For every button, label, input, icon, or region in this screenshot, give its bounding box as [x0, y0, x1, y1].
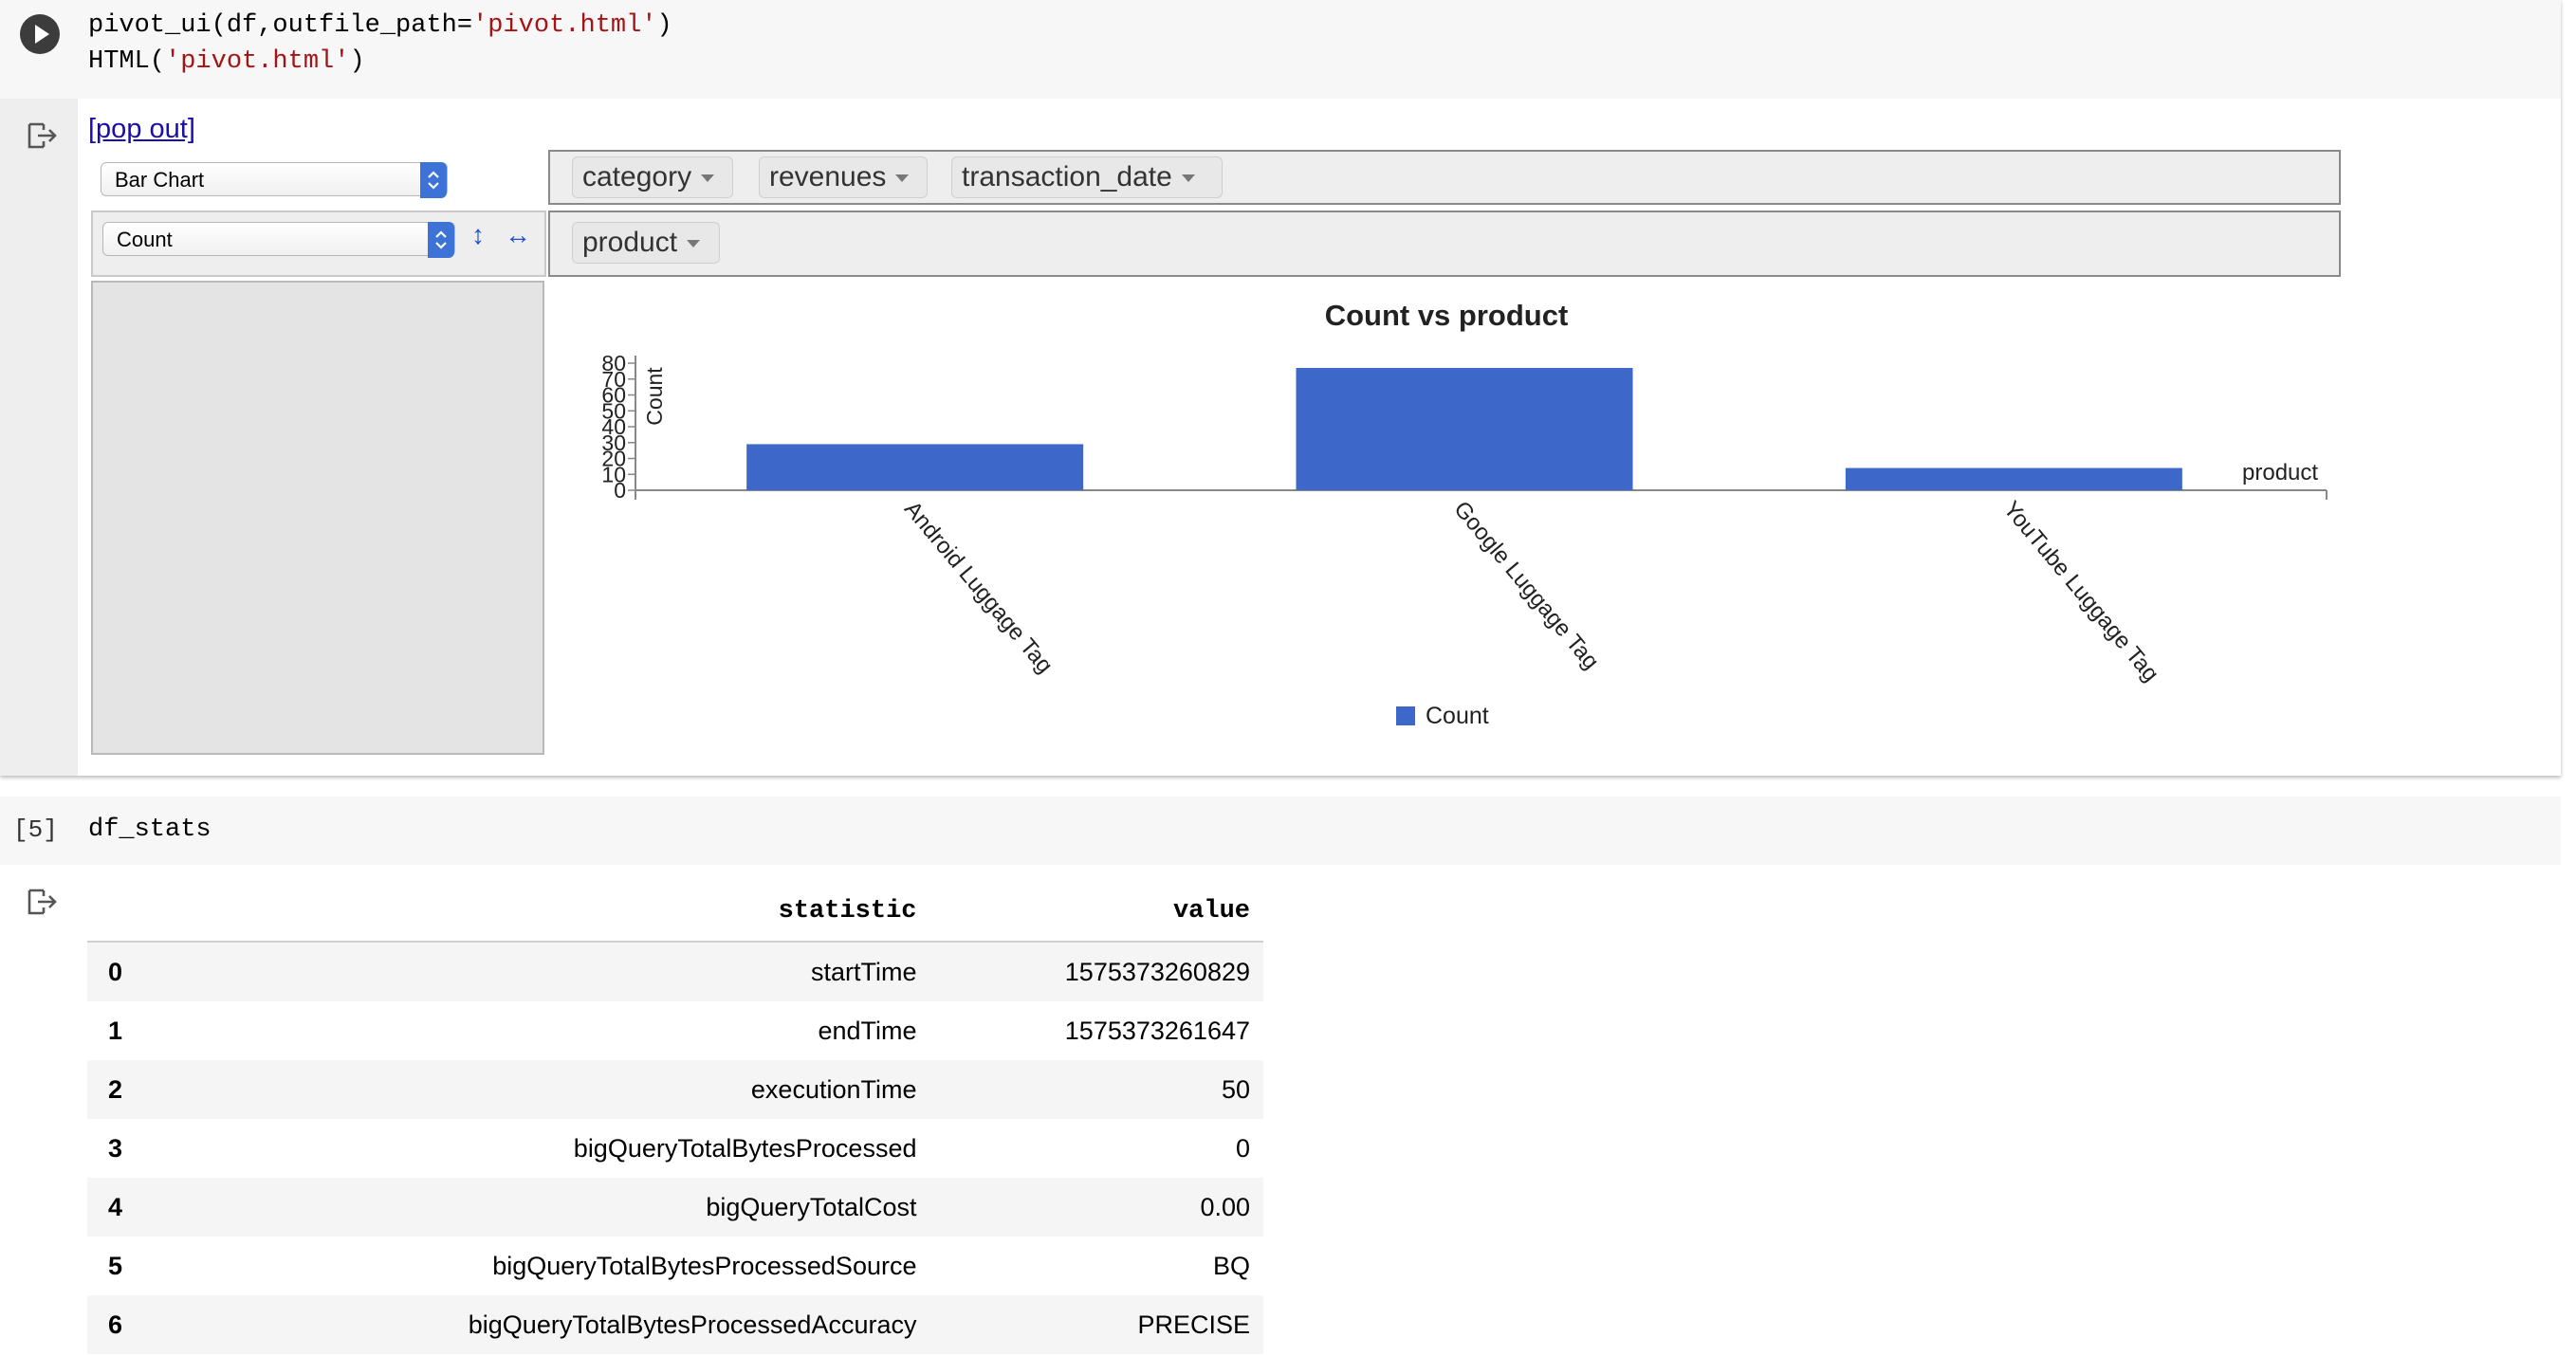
row-index: 2	[87, 1060, 182, 1119]
code-line-2: HTML('pivot.html')	[88, 47, 365, 76]
code-line-1: pivot_ui(df,outfile_path='pivot.html')	[88, 11, 672, 40]
row-index: 5	[108, 1251, 123, 1280]
row-statistic: bigQueryTotalBytesProcessedSource	[492, 1251, 917, 1280]
row-value: 0.00	[929, 1178, 1263, 1237]
code-line: df_stats	[88, 815, 212, 844]
field-pill-category[interactable]: category	[572, 156, 733, 198]
field-pill-transaction-date[interactable]: transaction_date	[951, 156, 1223, 198]
stats-table: statistic value 0 startTime 1575373260829 1…	[87, 882, 1263, 1354]
row-statistic: startTime	[182, 942, 930, 1001]
execution-count: [5]	[13, 815, 58, 844]
dropdown-triangle-icon	[687, 240, 701, 248]
chart-title: Count vs product	[1324, 299, 1569, 332]
run-cell-button[interactable]	[20, 14, 60, 54]
row-statistic: bigQueryTotalBytesProcessed	[573, 1133, 917, 1163]
bar-youtube-luggage-tag	[1845, 467, 2182, 490]
row-index: 3	[108, 1133, 123, 1163]
renderer-select[interactable]: Bar Chart	[101, 162, 448, 198]
table-row: 4 bigQueryTotalCost 0.00	[87, 1178, 1263, 1237]
table-row: 1 endTime 1575373261647	[87, 1001, 1263, 1060]
renderer-select-value: Bar Chart	[115, 168, 205, 192]
output-gutter	[0, 99, 78, 776]
table-header-row: statistic value	[87, 882, 1263, 943]
y-tick-label: 80	[601, 351, 626, 376]
table-row: 6 bigQueryTotalBytesProcessedAccuracy PREC…	[87, 1295, 1263, 1354]
dropdown-triangle-icon	[701, 174, 715, 183]
header-statistic: statistic	[182, 882, 930, 943]
field-pill-product[interactable]: product	[572, 222, 720, 264]
header-value: value	[929, 882, 1263, 943]
table-row: 0 startTime 1575373260829	[87, 942, 1263, 1001]
col-sort-icon[interactable]: ↔	[505, 220, 531, 250]
dropdown-triangle-icon	[1181, 174, 1195, 183]
pop-out-link[interactable]: [pop out]	[88, 114, 195, 145]
row-value: 50	[929, 1060, 1263, 1119]
bar-android-luggage-tag	[746, 444, 1084, 490]
row-sort-icon[interactable]: ↕	[471, 220, 485, 250]
output-icon[interactable]	[27, 888, 59, 916]
x-tick-label: Google Luggage Tag	[1448, 497, 1604, 675]
x-tick-label: Android Luggage Tag	[899, 497, 1058, 679]
row-index: 4	[87, 1178, 182, 1237]
row-value: 1575373261647	[1064, 1016, 1250, 1045]
row-statistic: endTime	[818, 1016, 917, 1045]
table-row: 3 bigQueryTotalBytesProcessed 0	[87, 1119, 1263, 1178]
row-value: PRECISE	[929, 1295, 1263, 1354]
select-arrows-icon	[420, 162, 447, 198]
legend-label: Count	[1426, 703, 1489, 729]
row-statistic: executionTime	[182, 1060, 930, 1119]
row-statistic: bigQueryTotalCost	[182, 1178, 930, 1237]
aggregator-select[interactable]: Count	[102, 222, 455, 258]
x-axis-label: product	[2242, 460, 2318, 486]
cell-input-area-2[interactable]	[0, 797, 2561, 865]
y-axis-label: Count	[642, 367, 667, 426]
play-icon	[35, 25, 49, 44]
row-value: 0	[1235, 1133, 1250, 1163]
table-row: 2 executionTime 50	[87, 1060, 1263, 1119]
row-index: 1	[108, 1016, 123, 1045]
row-index: 0	[87, 942, 182, 1001]
unused-attributes-area[interactable]	[91, 281, 544, 755]
legend-swatch	[1396, 706, 1415, 725]
bar-chart: 01020304050607080CountAndroid Luggage Ta…	[601, 351, 2328, 729]
select-arrows-icon	[428, 222, 454, 258]
x-tick-label: YouTube Luggage Tag	[1998, 497, 2164, 687]
bar-google-luggage-tag	[1296, 368, 1633, 490]
aggregator-select-value: Count	[117, 228, 173, 251]
row-statistic: bigQueryTotalBytesProcessedAccuracy	[182, 1295, 930, 1354]
row-value: BQ	[1212, 1251, 1250, 1280]
dropdown-triangle-icon	[895, 174, 910, 183]
row-value: 1575373260829	[929, 942, 1263, 1001]
table-row: 5 bigQueryTotalBytesProcessedSource BQ	[87, 1237, 1263, 1295]
row-fields-area[interactable]	[548, 211, 2341, 277]
code-cell-pivot: pivot_ui(df,outfile_path='pivot.html') H…	[0, 0, 2561, 776]
field-pill-revenues[interactable]: revenues	[759, 156, 928, 198]
row-index: 6	[87, 1295, 182, 1354]
output-icon[interactable]	[27, 121, 59, 150]
header-index	[87, 882, 182, 943]
